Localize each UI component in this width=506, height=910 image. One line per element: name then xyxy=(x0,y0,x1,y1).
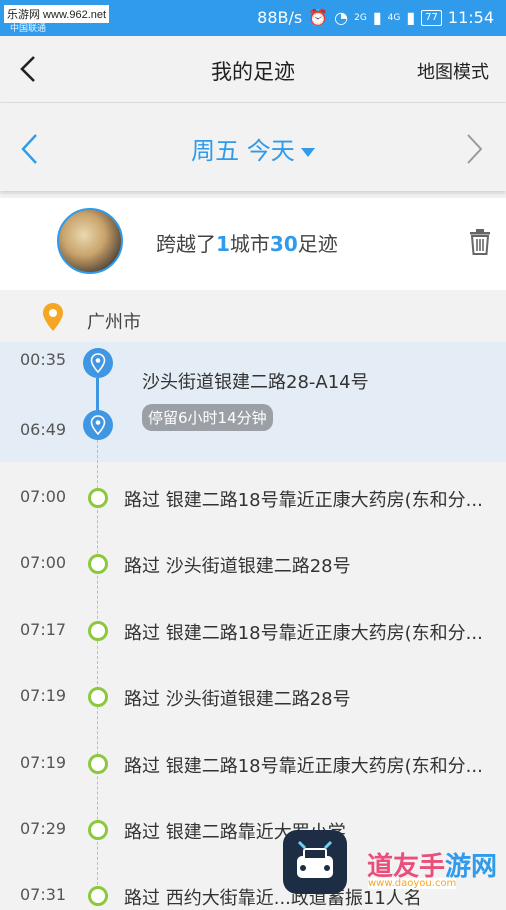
pass-ring-icon xyxy=(88,554,108,574)
status-bar: 乐游网 www.962.net 中国联通 88B/s ⏰ ◔ 2G ▮ 4G ▮… xyxy=(0,0,506,36)
delete-button[interactable] xyxy=(468,228,492,256)
next-day-button[interactable] xyxy=(460,129,488,169)
date-dropdown[interactable]: 周五 今天 xyxy=(0,131,506,166)
app-logo-icon xyxy=(283,830,347,894)
pass-ring-icon xyxy=(88,754,108,774)
date-selector: 周五 今天 xyxy=(0,103,506,191)
summary-card: 跨越了1城市30足迹 xyxy=(0,198,506,290)
city-header: 广州市 xyxy=(0,296,506,342)
pass-time: 07:00 xyxy=(20,487,67,506)
pass-ring-icon xyxy=(88,621,108,641)
city-count: 1 xyxy=(216,232,230,256)
signal-2g-label: 2G xyxy=(354,12,367,23)
clock: 11:54 xyxy=(447,8,494,27)
pass-item[interactable]: 路过 沙头街道银建二路28号 xyxy=(124,685,506,711)
pass-time: 07:19 xyxy=(20,686,67,705)
summary-text: 跨越了1城市30足迹 xyxy=(156,228,338,257)
status-icons: 88B/s ⏰ ◔ 2G ▮ 4G ▮ 77 11:54 xyxy=(257,8,494,27)
summary-mid: 城市 xyxy=(229,232,270,256)
trash-icon xyxy=(470,229,490,255)
city-name: 广州市 xyxy=(87,312,141,333)
stay-end-pin xyxy=(83,410,113,440)
pass-item[interactable]: 路过 沙头街道银建二路28号 xyxy=(124,552,506,578)
signal-icon: ▮ xyxy=(372,8,382,27)
stay-record[interactable] xyxy=(0,342,506,462)
stay-duration-badge: 停留6小时14分钟 xyxy=(142,404,273,431)
stay-end-time: 06:49 xyxy=(20,420,67,439)
battery-icon: 77 xyxy=(421,9,442,26)
location-pin-icon xyxy=(90,415,106,435)
chevron-right-icon xyxy=(467,134,483,164)
stay-start-pin xyxy=(83,348,113,378)
stay-start-time: 00:35 xyxy=(20,350,67,369)
summary-suffix: 足迹 xyxy=(297,232,338,256)
title-bar: 我的足迹 地图模式 xyxy=(0,36,506,103)
pass-time: 07:17 xyxy=(20,620,67,639)
pass-item[interactable]: 路过 银建二路18号靠近正康大药房(东和分... xyxy=(124,752,506,778)
pass-ring-icon xyxy=(88,886,108,906)
pass-ring-icon xyxy=(88,820,108,840)
network-speed: 88B/s xyxy=(257,8,303,27)
stay-connector xyxy=(96,378,99,414)
pass-time: 07:31 xyxy=(20,885,67,904)
location-pin-icon xyxy=(43,303,63,331)
location-pin-icon xyxy=(90,353,106,373)
pass-ring-icon xyxy=(88,687,108,707)
avatar[interactable] xyxy=(57,208,123,274)
pass-time: 07:29 xyxy=(20,819,67,838)
wifi-icon: ◔ xyxy=(334,8,349,27)
caret-down-icon xyxy=(300,147,315,157)
signal-icon-2: ▮ xyxy=(406,8,416,27)
pass-ring-icon xyxy=(88,488,108,508)
footprint-count: 30 xyxy=(269,232,298,256)
stay-address: 沙头街道银建二路28-A14号 xyxy=(142,372,369,393)
pass-item[interactable]: 路过 银建二路18号靠近正康大药房(东和分... xyxy=(124,486,506,512)
pass-time: 07:00 xyxy=(20,553,67,572)
signal-4g-label: 4G xyxy=(387,12,401,23)
alarm-icon: ⏰ xyxy=(308,8,329,27)
car-icon xyxy=(297,840,333,878)
pass-item[interactable]: 路过 银建二路18号靠近正康大药房(东和分... xyxy=(124,619,506,645)
date-label: 周五 今天 xyxy=(191,137,295,165)
pass-time: 07:19 xyxy=(20,753,67,772)
carrier-label: 中国联通 xyxy=(10,24,47,34)
map-mode-button[interactable]: 地图模式 xyxy=(417,58,489,84)
site-url: www.daoyou.com xyxy=(368,878,457,889)
summary-prefix: 跨越了 xyxy=(156,232,216,256)
